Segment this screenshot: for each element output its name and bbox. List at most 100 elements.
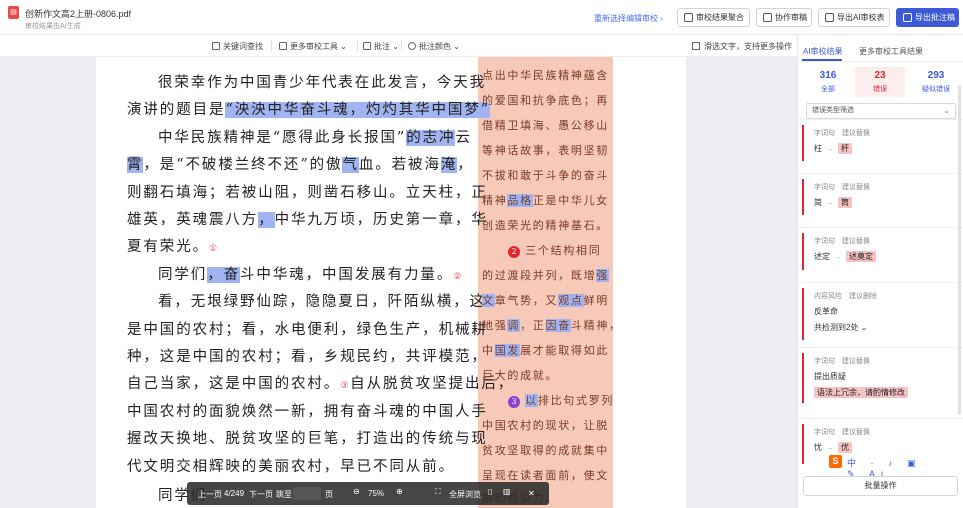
collab-review-button[interactable]: 协作审稿 (756, 8, 812, 27)
review-panel: AI审校结果 更多审校工具结果 316 全部 23 错误 293 疑似错误 错误… (797, 35, 963, 508)
keyword-search-button[interactable]: 关键词查找 (212, 41, 263, 52)
annotate-icon (363, 42, 371, 50)
select-text-icon (692, 42, 700, 50)
result-card[interactable]: 字词句 建议替换 述定 → 述奠定 (802, 233, 960, 270)
divider (798, 173, 963, 174)
text-run: 不拔和敢于斗争的奋斗 (482, 169, 609, 182)
export-annotated-button[interactable]: 导出批注稿 (896, 8, 959, 27)
text-run: 点出中华民族精神蕴含 (482, 69, 609, 82)
reselect-link[interactable]: 重新选择编辑审校 › (594, 13, 663, 24)
stat-suspected[interactable]: 293 疑似错误 (911, 67, 961, 97)
text-run: 贫攻坚取得的成就集中 (482, 444, 609, 457)
card-action: 建议删除 (849, 293, 877, 300)
result-card[interactable]: 内容风险 建议删除 反革命 共检测到2处 ⌄ (802, 288, 960, 340)
pdf-icon: ▤ (8, 6, 19, 19)
divider (798, 61, 963, 62)
jump-label: 跳至 (276, 490, 292, 499)
original-text: 反革命 (814, 307, 838, 316)
file-name: 创新作文高2上册-0806.pdf (25, 9, 132, 19)
comment-line: 中国发展才能取得如此 (482, 342, 609, 358)
error-type-filter[interactable]: 错误类型筛选 ⌄ (806, 103, 956, 119)
comment-line: 借精卫填海、愚公移山 (482, 117, 609, 133)
text-line: 则翻石填海；若被山阻，则凿石移山。立天柱，正 (127, 181, 488, 202)
batch-operation-button[interactable]: 批量操作 (803, 476, 958, 496)
divider (357, 41, 358, 51)
text-run: ，是“不破楼兰终不还”的傲 (143, 157, 343, 173)
merge-results-label: 审校结果聚合 (696, 13, 744, 22)
more-tools-dropdown[interactable]: 更多审校工具 ⌄ (279, 41, 347, 52)
flagged-text: 观点 (558, 294, 584, 307)
prev-page-button[interactable]: 上一页 (198, 489, 222, 500)
text-run: 是中国的农村；看，水电便利，绿色生产，机械耕 (127, 322, 488, 338)
result-card[interactable]: 字词句 建议替换简 → 筒 (802, 179, 960, 215)
suggested-text[interactable]: 杆 (838, 143, 852, 154)
text-run: 则翻石填海；若被山阻，则凿石移山。立天柱，正 (127, 185, 488, 201)
text-run: 的过渡段并列，既增 (482, 269, 597, 282)
stat-all[interactable]: 316 全部 (803, 67, 853, 97)
zoom-level[interactable]: 75% (368, 489, 384, 498)
text-run: ， (457, 157, 474, 173)
card-extra: 语法上冗余，请酌情修改 (814, 387, 908, 398)
arrow-right-icon: → (826, 144, 834, 153)
text-run: 雄英，英魂震八方 (127, 212, 259, 228)
result-card[interactable]: 字词句 建议替换 提出质疑 语法上冗余，请酌情修改 (802, 353, 960, 403)
text-run: 斗中华魂，中国发展有力量。 (240, 267, 454, 283)
comment-line: 不拔和敢于斗争的奋斗 (482, 167, 609, 183)
filter-label: 错误类型筛选 (812, 107, 854, 114)
tab-more-tools-results[interactable]: 更多审校工具结果 (859, 46, 923, 57)
card-extra[interactable]: 共检测到2处 ⌄ (814, 322, 867, 333)
flagged-text: 气 (342, 157, 359, 173)
text-run: 中华九万顷，历史第一章，华 (274, 212, 488, 228)
divider (271, 41, 272, 51)
text-run: 同学们 (158, 267, 208, 283)
flagged-text: 文 (482, 294, 495, 307)
flagged-text: 以 (525, 394, 538, 407)
text-run: 自己当家，这是中国的农村。 (127, 376, 341, 392)
merge-results-button[interactable]: 审校结果聚合 (677, 8, 750, 27)
text-run: 种，这是中国的农村；看，乡规民约，共评模范， (127, 349, 488, 365)
keyword-search-label: 关键词查找 (223, 42, 263, 51)
text-run: 借精卫填海、愚公移山 (482, 119, 609, 132)
doc-toolbar: 关键词查找 更多审校工具 ⌄ 批注 ⌄ 批注颜色 ⌄ 滑选文字，支持更多操作 (0, 35, 797, 57)
flagged-text: ， (258, 212, 275, 228)
tab-ai-results[interactable]: AI审校结果 (803, 46, 843, 57)
flagged-text: 淹 (440, 157, 458, 173)
flagged-text: 强 (596, 269, 610, 282)
original-text: 述定 (814, 252, 830, 261)
export-annot-icon (903, 13, 912, 22)
double-page-icon[interactable]: ▥ (503, 487, 511, 496)
suggested-text[interactable]: 述奠定 (846, 251, 876, 262)
card-correction: 述定 → 述奠定 (814, 251, 876, 262)
issue-marker: ③ (340, 381, 351, 391)
card-correction: 枉 → 杆 (814, 143, 852, 154)
divider (401, 41, 402, 51)
flagged-text: 霄 (127, 157, 144, 173)
grammar-note: 语法上冗余，请酌情修改 (814, 387, 908, 398)
original-text: 枉 (814, 144, 822, 153)
original-text: 忧 (814, 443, 822, 452)
comment-line: 地强调，正因奋斗精神， (482, 317, 622, 333)
zoom-in-icon[interactable]: ⊕ (396, 487, 403, 496)
result-card[interactable]: 字词句 建议替换枉 → 杆 (802, 125, 960, 161)
card-correction: 反革命 (814, 306, 838, 317)
card-action: 建议替换 (842, 130, 870, 137)
stat-errors[interactable]: 23 错误 (855, 67, 905, 97)
page-indicator: 4/249 (224, 489, 245, 498)
ime-toolbar[interactable]: S 中 · ♪ ▣ ✎ Ai (827, 454, 923, 479)
annotate-color-dropdown[interactable]: 批注颜色 ⌄ (408, 41, 460, 52)
panel-scrollbar[interactable] (958, 85, 961, 415)
next-page-button[interactable]: 下一页 (249, 489, 273, 500)
suggested-text[interactable]: 优 (838, 442, 852, 453)
annotate-dropdown[interactable]: 批注 ⌄ (363, 41, 399, 52)
zoom-out-icon[interactable]: ⊖ (353, 487, 360, 496)
suggested-text[interactable]: 筒 (838, 197, 852, 208)
fullscreen-icon[interactable]: ⛶ (435, 487, 441, 497)
export-ai-table-button[interactable]: 导出AI审校表 (818, 8, 890, 27)
close-pager-icon[interactable]: ✕ (528, 489, 535, 498)
page-jump-input[interactable] (293, 487, 321, 500)
text-line: 看，无垠绿野仙踪，隐隐夏日，阡陌纵横，这 (158, 290, 486, 311)
arrow-right-icon: → (826, 198, 834, 207)
text-run: 很荣幸作为中国青少年代表在此发言，今天我 (158, 75, 486, 91)
fullscreen-label[interactable]: 全屏浏览 (449, 489, 481, 500)
single-page-icon[interactable]: ▯ (488, 487, 492, 496)
